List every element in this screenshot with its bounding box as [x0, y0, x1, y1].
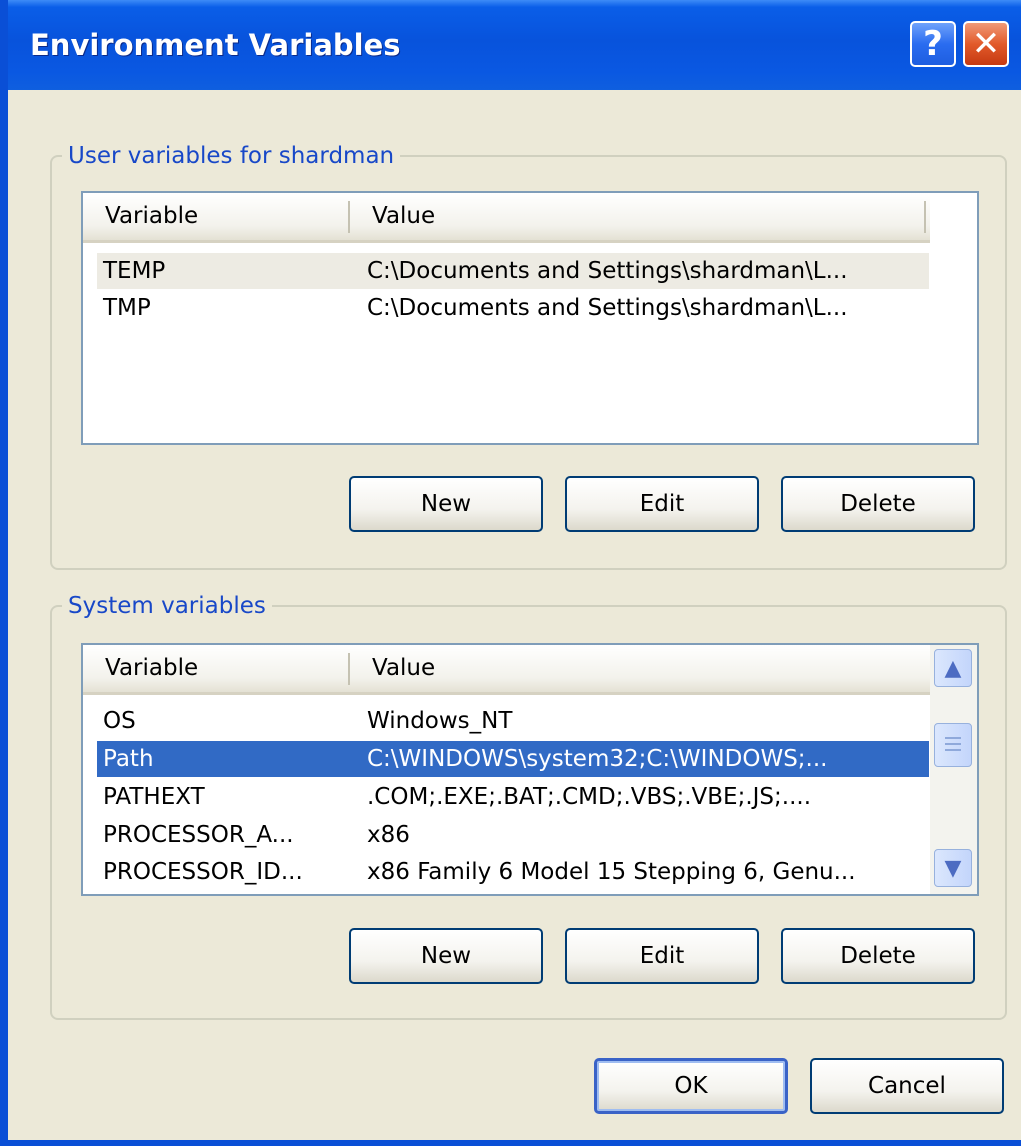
variable-value: C:\Documents and Settings\shardman\L... — [367, 295, 848, 321]
variable-value: .COM;.EXE;.BAT;.CMD;.VBS;.VBE;.JS;.... — [367, 784, 812, 810]
table-row[interactable]: PROCESSOR_A... x86 — [97, 817, 929, 853]
window-title: Environment Variables — [30, 28, 401, 62]
user-new-button[interactable]: New — [349, 476, 543, 532]
column-separator[interactable] — [924, 201, 926, 233]
user-variables-legend: User variables for shardman — [68, 143, 395, 169]
table-row[interactable]: OS Windows_NT — [97, 703, 929, 739]
grip-icon — [945, 737, 961, 739]
grip-icon — [945, 743, 961, 745]
table-row[interactable]: TEMP C:\Documents and Settings\shardman\… — [97, 253, 929, 289]
variable-name: TMP — [103, 295, 151, 321]
user-delete-button[interactable]: Delete — [781, 476, 975, 532]
chevron-up-icon: ▲ — [944, 655, 962, 681]
scrollbar-thumb[interactable] — [934, 723, 972, 767]
close-button[interactable]: ✕ — [963, 21, 1009, 67]
system-edit-button[interactable]: Edit — [565, 928, 759, 984]
variable-name: PROCESSOR_ID... — [103, 859, 303, 885]
column-header-variable[interactable]: Variable — [83, 193, 348, 240]
help-icon: ? — [923, 24, 943, 64]
cancel-button[interactable]: Cancel — [810, 1058, 1004, 1114]
variable-name: PATHEXT — [103, 784, 205, 810]
variable-value: C:\WINDOWS\system32;C:\WINDOWS;... — [367, 746, 828, 772]
system-new-button[interactable]: New — [349, 928, 543, 984]
list-header: Variable Value — [83, 645, 930, 695]
ok-button[interactable]: OK — [594, 1058, 788, 1114]
table-row[interactable]: PROCESSOR_ID... x86 Family 6 Model 15 St… — [97, 854, 929, 890]
column-header-variable[interactable]: Variable — [83, 645, 348, 692]
variable-value: x86 — [367, 822, 410, 848]
chevron-down-icon: ▼ — [944, 855, 962, 881]
grip-icon — [945, 749, 961, 751]
system-delete-button[interactable]: Delete — [781, 928, 975, 984]
variable-name: OS — [103, 708, 136, 734]
table-row[interactable]: PATHEXT .COM;.EXE;.BAT;.CMD;.VBS;.VBE;.J… — [97, 779, 929, 815]
scroll-down-button[interactable]: ▼ — [934, 849, 972, 887]
user-edit-button[interactable]: Edit — [565, 476, 759, 532]
title-bar[interactable]: Environment Variables ? ✕ — [8, 0, 1021, 90]
user-variables-list[interactable]: Variable Value TEMP C:\Documents and Set… — [81, 191, 979, 445]
system-variables-list[interactable]: Variable Value OS Windows_NT Path C:\WIN… — [81, 643, 979, 896]
vertical-scrollbar[interactable]: ▲ ▼ — [930, 645, 977, 894]
table-row-selected[interactable]: Path C:\WINDOWS\system32;C:\WINDOWS;... — [97, 741, 929, 777]
scroll-up-button[interactable]: ▲ — [934, 649, 972, 687]
close-icon: ✕ — [971, 24, 1001, 64]
variable-value: x86 Family 6 Model 15 Stepping 6, Genu..… — [367, 859, 856, 885]
list-header: Variable Value — [83, 193, 930, 243]
variable-value: C:\Documents and Settings\shardman\L... — [367, 258, 848, 284]
system-variables-legend: System variables — [68, 593, 266, 619]
variable-name: Path — [103, 746, 154, 772]
table-row[interactable]: TMP C:\Documents and Settings\shardman\L… — [97, 290, 929, 326]
column-header-value[interactable]: Value — [350, 645, 920, 692]
help-button[interactable]: ? — [910, 21, 956, 67]
variable-value: Windows_NT — [367, 708, 513, 734]
column-header-value[interactable]: Value — [350, 193, 920, 240]
variable-name: PROCESSOR_A... — [103, 822, 294, 848]
variable-name: TEMP — [103, 258, 166, 284]
environment-variables-dialog: Environment Variables ? ✕ User variables… — [0, 0, 1021, 1146]
